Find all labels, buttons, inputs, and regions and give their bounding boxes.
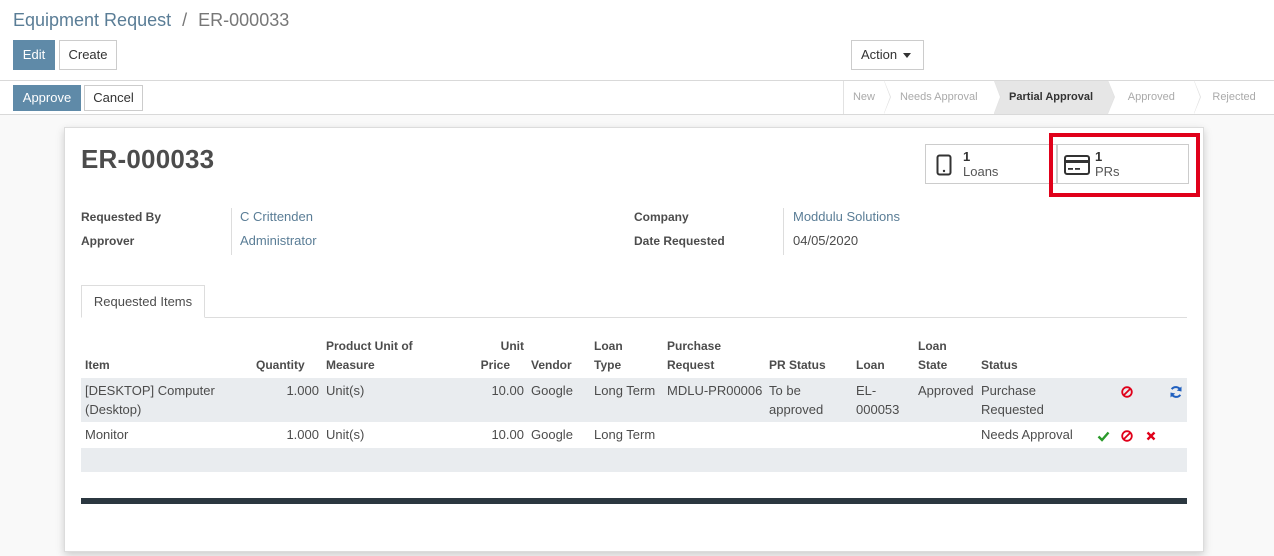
action-dropdown-button[interactable]: Action (851, 40, 924, 70)
cell-status: Requested (981, 402, 1044, 417)
control-panel: Equipment Request / ER-000033 Edit Creat… (0, 0, 1274, 81)
cell-quantity: 1.000 (286, 427, 319, 442)
cell-status: Needs Approval (981, 427, 1073, 442)
col-header-unit-price-line1[interactable]: Unit (477, 337, 524, 356)
loans-label: Loans (963, 164, 999, 179)
cell-loan-state: Approved (918, 383, 974, 398)
cell-loan: EL- (856, 383, 877, 398)
reject-icon[interactable] (1121, 430, 1133, 442)
col-header-vendor[interactable]: Vendor (531, 356, 572, 375)
cancel-button[interactable]: Cancel (84, 85, 143, 111)
cell-loan-type: Long Term (594, 383, 656, 398)
stage-rejected[interactable]: Rejected (1194, 81, 1274, 114)
loans-smart-button[interactable]: 1 Loans (925, 144, 1057, 184)
reject-icon[interactable] (1121, 386, 1133, 398)
breadcrumb-current: ER-000033 (198, 10, 290, 30)
col-header-unit-price-line2[interactable]: Price (477, 356, 510, 375)
col-header-uom-line1[interactable]: Product Unit of (326, 337, 413, 356)
action-label: Action (861, 47, 898, 62)
record-title: ER-000033 (81, 144, 215, 174)
cell-uom: Unit(s) (326, 383, 365, 398)
cell-pr-status: To be (769, 383, 801, 398)
approver-link[interactable]: Administrator (240, 233, 317, 248)
stage-partial-approval[interactable]: Partial Approval (993, 80, 1116, 114)
tablet-icon (936, 154, 952, 176)
refresh-icon[interactable] (1169, 385, 1183, 399)
loans-count: 1 (963, 149, 971, 164)
cell-loan-type: Long Term (594, 427, 656, 442)
cell-status: Purchase (981, 383, 1036, 398)
requested-by-label: Requested By (81, 210, 162, 224)
cell-pr-status: approved (769, 402, 824, 417)
breadcrumb: Equipment Request / ER-000033 (13, 10, 289, 31)
col-header-purchase-request-line1[interactable]: Purchase (667, 337, 721, 356)
col-header-loan-type-line1[interactable]: Loan (594, 337, 623, 356)
company-label: Company (634, 210, 689, 224)
col-header-uom-line2[interactable]: Measure (326, 356, 375, 375)
cell-item: (Desktop) (85, 402, 142, 417)
caret-down-icon (903, 53, 912, 59)
requested-by-link[interactable]: C Crittenden (240, 209, 313, 224)
cell-vendor: Google (531, 383, 573, 398)
cell-unit-price: 10.00 (491, 427, 524, 442)
tab-requested-items[interactable]: Requested Items (81, 285, 205, 318)
create-button[interactable]: Create (59, 40, 117, 70)
cell-item: Monitor (85, 427, 129, 442)
col-header-loan-state-line1[interactable]: Loan (918, 337, 947, 356)
col-header-pr-status[interactable]: PR Status (769, 356, 826, 375)
approve-check-icon[interactable] (1097, 430, 1110, 442)
stage-approved[interactable]: Approved (1108, 80, 1201, 114)
date-requested-label: Date Requested (634, 234, 725, 248)
cell-uom: Unit(s) (326, 427, 365, 442)
stage-needs-approval[interactable]: Needs Approval (884, 80, 1001, 114)
approve-button[interactable]: Approve (13, 85, 81, 111)
edit-button[interactable]: Edit (13, 40, 55, 70)
col-header-loan[interactable]: Loan (856, 356, 885, 375)
prs-count: 1 (1095, 149, 1103, 164)
date-requested-value: 04/05/2020 (793, 233, 859, 248)
table-row-empty (81, 448, 1187, 472)
credit-card-icon (1064, 155, 1090, 175)
tabs-underline (81, 317, 1187, 318)
cell-item: [DESKTOP] Computer (85, 383, 215, 398)
stage-new[interactable]: New (844, 80, 891, 114)
field-divider (231, 208, 232, 255)
delete-x-icon[interactable] (1146, 431, 1156, 441)
col-header-purchase-request-line2[interactable]: Request (667, 356, 714, 375)
cell-purchase-request: MDLU-PR00006 (667, 383, 763, 398)
approver-label: Approver (81, 234, 135, 248)
cell-quantity: 1.000 (286, 383, 319, 398)
breadcrumb-parent-link[interactable]: Equipment Request (13, 10, 171, 30)
cell-vendor: Google (531, 427, 573, 442)
col-header-item[interactable]: Item (85, 356, 110, 375)
col-header-loan-state-line2[interactable]: State (918, 356, 947, 375)
form-sheet: ER-000033 1 Loans 1 PRs Requested By C C… (64, 127, 1204, 552)
stage-bar: New Needs Approval Partial Approval Appr… (843, 80, 1274, 114)
prs-label: PRs (1095, 164, 1120, 179)
prs-smart-button[interactable]: 1 PRs (1057, 144, 1189, 184)
col-header-quantity[interactable]: Quantity (256, 356, 305, 375)
cell-loan: 000053 (856, 402, 900, 417)
cell-unit-price: 10.00 (491, 383, 524, 398)
col-header-status[interactable]: Status (981, 356, 1018, 375)
field-divider (783, 208, 784, 255)
breadcrumb-separator: / (182, 10, 188, 30)
table-footer-bar (81, 498, 1187, 504)
company-link[interactable]: Moddulu Solutions (793, 209, 900, 224)
col-header-loan-type-line2[interactable]: Type (594, 356, 621, 375)
statusbar: Approve Cancel New Needs Approval Partia… (0, 80, 1274, 115)
